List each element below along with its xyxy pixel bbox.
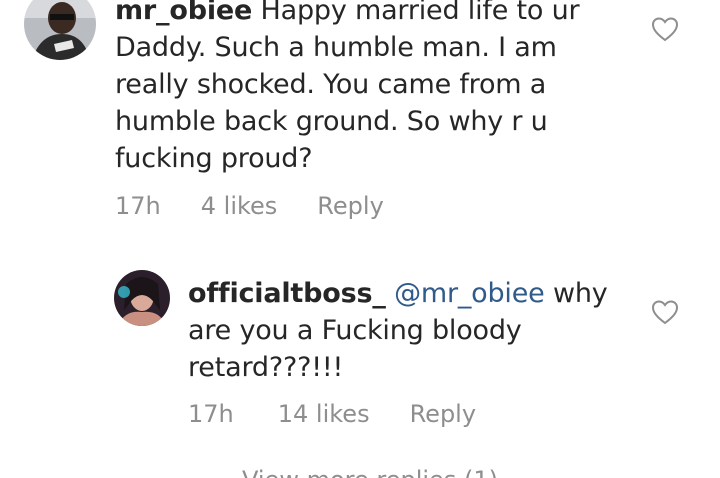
comment-body-1: mr_obiee Happy married life to ur Daddy.…	[115, 0, 635, 177]
mention-link[interactable]: @mr_obiee	[394, 278, 545, 309]
comment-likes[interactable]: 14 likes	[278, 400, 370, 428]
heart-outline-icon[interactable]	[651, 299, 679, 325]
view-more-replies[interactable]: View more replies (1)	[188, 466, 498, 478]
view-more-replies-label[interactable]: View more replies (1)	[242, 466, 498, 478]
comment-username[interactable]: officialtboss_	[188, 278, 386, 309]
comment-likes[interactable]: 4 likes	[201, 192, 278, 220]
heart-outline-icon[interactable]	[651, 16, 679, 42]
comment-meta-1: 17h 4 likes Reply	[115, 190, 384, 222]
reply-button[interactable]: Reply	[317, 192, 383, 220]
avatar-officialtboss[interactable]	[114, 270, 170, 326]
comment-time: 17h	[188, 400, 234, 428]
comment-meta-2: 17h 14 likes Reply	[188, 398, 476, 430]
comment-username[interactable]: mr_obiee	[115, 0, 252, 26]
comment-time: 17h	[115, 192, 161, 220]
reply-button[interactable]: Reply	[410, 400, 476, 428]
comment-text: Happy married life to ur Daddy. Such a h…	[115, 0, 580, 174]
avatar-mr-obiee[interactable]	[24, 0, 96, 60]
comment-body-2: officialtboss_ @mr_obiee why are you a F…	[188, 275, 628, 386]
